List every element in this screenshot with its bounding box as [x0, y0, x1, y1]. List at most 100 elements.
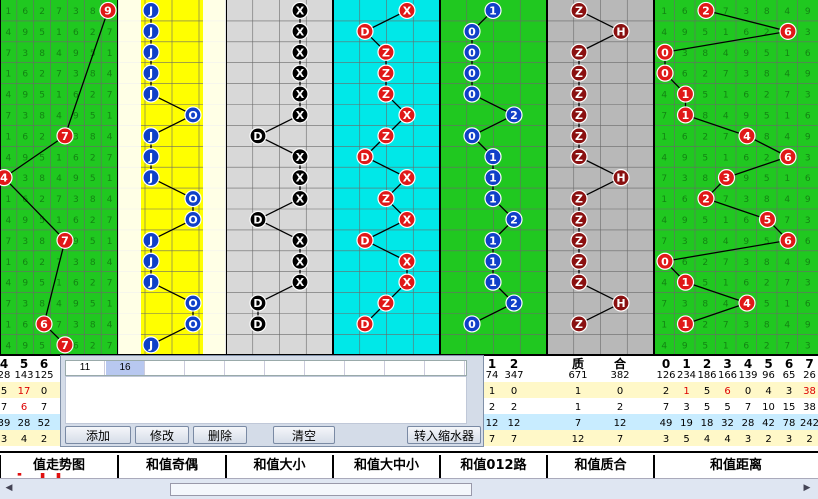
number-cell[interactable]: [386, 361, 425, 375]
cell-value: 4: [6, 28, 12, 38]
stats-header: 质: [572, 356, 584, 371]
number-cell[interactable]: [186, 361, 225, 375]
cell-value: 3: [22, 300, 28, 310]
cell-value: 5: [764, 112, 770, 122]
cell-value: 8: [764, 321, 770, 331]
ball-big_mid_small-label: X: [403, 109, 412, 122]
ball-odd_even-label: J: [148, 67, 153, 80]
ball-odd_even-label: O: [188, 318, 197, 331]
add-button[interactable]: 添加: [65, 426, 131, 444]
cell-value: 3: [805, 216, 811, 226]
ball-prime_comp-label: Z: [575, 193, 583, 206]
ball-odd_even-label: J: [148, 130, 153, 143]
cell-value: 1: [56, 28, 62, 38]
cell-value: 7: [723, 321, 729, 331]
number-cell[interactable]: 11: [66, 361, 105, 375]
cell-value: 6: [743, 28, 749, 38]
cell-value: 8: [39, 112, 45, 122]
scrollbar-thumb[interactable]: [170, 483, 472, 496]
cell-value: 9: [22, 341, 28, 351]
stats-cell: 4: [724, 434, 730, 445]
cell-value: 4: [107, 321, 113, 331]
clear-button[interactable]: 清空: [273, 426, 335, 444]
stats-cell: 5: [683, 434, 689, 445]
stats-header: 6: [40, 357, 48, 371]
cell-value: 6: [73, 341, 79, 351]
cell-value: 1: [107, 237, 113, 247]
cell-value: 4: [107, 132, 113, 142]
cell-value: 1: [661, 7, 667, 17]
ball-odd_even-label: J: [148, 234, 153, 247]
number-cell[interactable]: 16: [106, 361, 145, 375]
ball-big_mid_small-label: Z: [382, 193, 390, 206]
ball-prime_comp-label: H: [616, 297, 625, 310]
cell-value: 3: [73, 258, 79, 268]
cell-value: 6: [805, 174, 811, 184]
cell-value: 2: [702, 70, 708, 80]
cell-value: 2: [702, 258, 708, 268]
ball-big_mid_small-label: Z: [382, 67, 390, 80]
ball-distance-label: 4: [743, 130, 751, 143]
number-cell[interactable]: [426, 361, 465, 375]
cell-value: 8: [702, 237, 708, 247]
delete-button[interactable]: 删除: [193, 426, 247, 444]
cell-value: 4: [56, 174, 62, 184]
stats-cell: 78: [783, 418, 796, 429]
ball-route012-label: 1: [489, 172, 497, 185]
ball-odd_even-label: O: [188, 109, 197, 122]
ball-route012-label: 0: [468, 25, 476, 38]
stats-cell: 3: [683, 402, 689, 413]
cell-value: 6: [743, 216, 749, 226]
cell-value: 3: [743, 321, 749, 331]
cell-value: 3: [22, 174, 28, 184]
number-cell[interactable]: [146, 361, 185, 375]
ball-big_mid_small-label: Z: [382, 46, 390, 59]
ball-big_small-label: D: [253, 318, 262, 331]
cell-value: 6: [22, 258, 28, 268]
stats-cell: 5: [704, 386, 710, 397]
cell-value: 4: [784, 132, 790, 142]
scroll-right-icon[interactable]: ▶: [800, 483, 814, 494]
cell-value: 7: [107, 91, 113, 101]
stats-cell: 38: [803, 402, 816, 413]
stats-cell: 18: [701, 418, 714, 429]
cell-value: 5: [39, 341, 45, 351]
number-list-area[interactable]: [65, 376, 467, 424]
ball-big_mid_small-label: X: [403, 276, 412, 289]
number-cell[interactable]: [266, 361, 305, 375]
horizontal-scrollbar[interactable]: ◀ ▶: [0, 478, 818, 499]
stats-cell: 32: [721, 418, 734, 429]
cell-value: 2: [90, 279, 96, 289]
number-cell[interactable]: [346, 361, 385, 375]
cell-value: 1: [56, 216, 62, 226]
ball-prime_comp-label: Z: [575, 151, 583, 164]
cell-value: 4: [56, 300, 62, 310]
ball-distance-label: 0: [661, 255, 669, 268]
stats-cell: 6: [724, 386, 730, 397]
stats-cell: 7: [617, 434, 623, 445]
to-reducer-button[interactable]: 转入缩水器: [407, 426, 481, 444]
number-cell[interactable]: [226, 361, 265, 375]
cell-value: 2: [90, 216, 96, 226]
ball-route012-label: 1: [489, 193, 497, 206]
stats-cell: 3: [663, 434, 669, 445]
ball-odd_even-label: O: [188, 193, 197, 206]
ball-trend-label: 4: [0, 172, 8, 185]
cell-value: 9: [22, 216, 28, 226]
ball-big_small-label: X: [296, 4, 305, 17]
ball-big_mid_small-label: D: [360, 318, 369, 331]
cell-value: 9: [805, 70, 811, 80]
modify-button[interactable]: 修改: [135, 426, 189, 444]
stats-cell: 2: [663, 386, 669, 397]
ball-route012-label: 0: [468, 130, 476, 143]
cell-value: 9: [805, 7, 811, 17]
number-cell[interactable]: [306, 361, 345, 375]
ball-trend-label: 7: [61, 130, 69, 143]
stats-cell: 1: [489, 386, 495, 397]
ball-route012-label: 1: [489, 276, 497, 289]
scroll-left-icon[interactable]: ◀: [2, 483, 16, 494]
cell-value: 6: [22, 70, 28, 80]
cell-value: 8: [702, 112, 708, 122]
ball-prime_comp-label: Z: [575, 88, 583, 101]
cell-value: 4: [6, 279, 12, 289]
